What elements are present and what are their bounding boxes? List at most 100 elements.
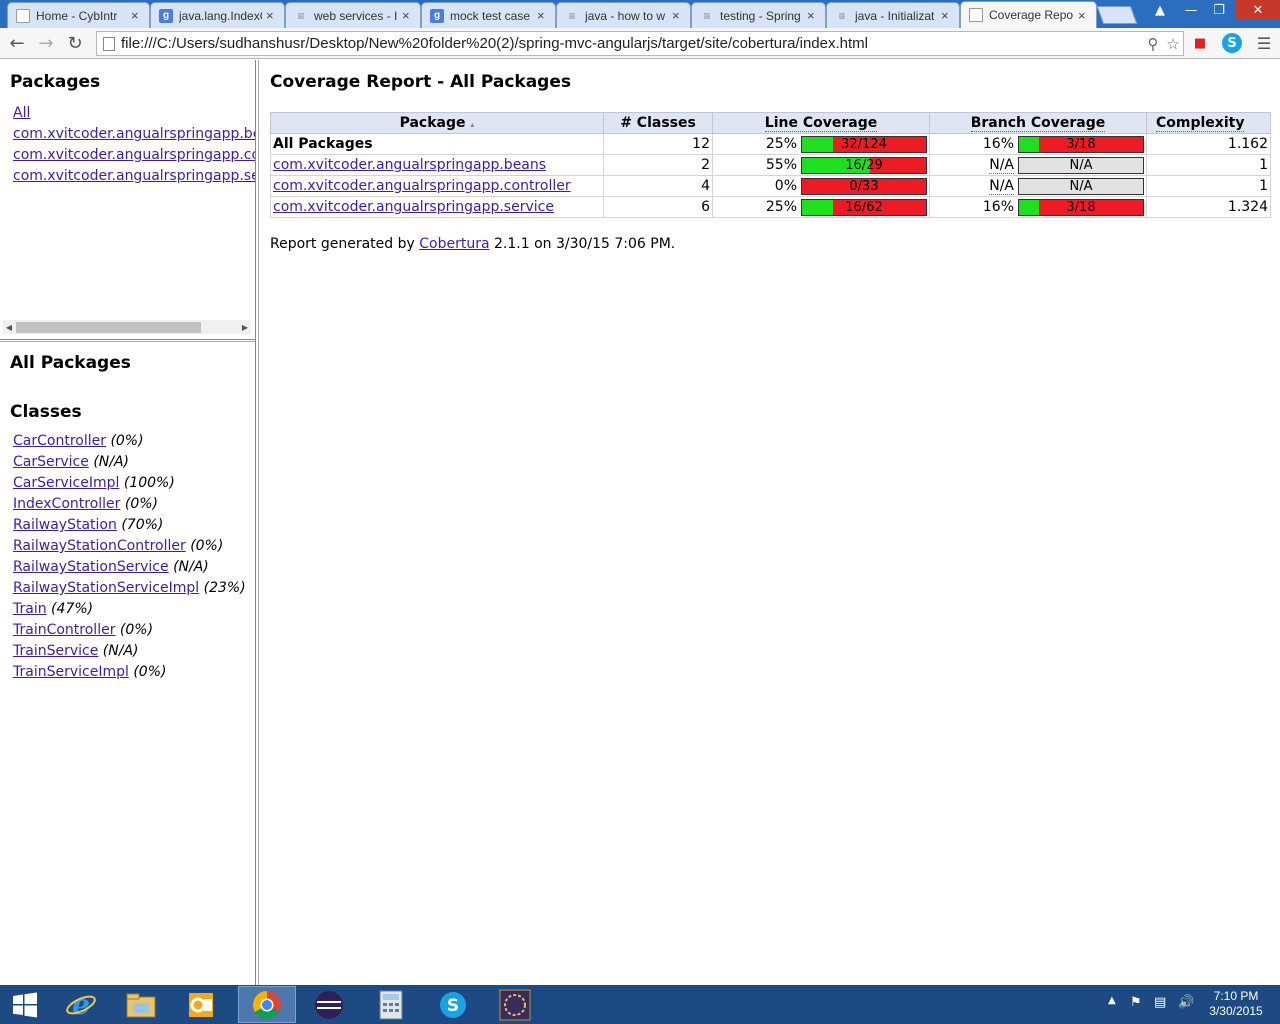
scrollbar-thumb[interactable]: [16, 322, 201, 333]
close-tab-icon[interactable]: ×: [672, 8, 684, 23]
calculator-icon[interactable]: [362, 986, 420, 1023]
class-coverage-percent: (100%): [123, 475, 175, 491]
class-link[interactable]: IndexController: [13, 496, 120, 512]
close-tab-icon[interactable]: ×: [402, 8, 414, 23]
menu-icon[interactable]: ☰: [1254, 33, 1274, 53]
frame-divider-vertical[interactable]: [255, 60, 259, 985]
line-coverage-bar: 16/29: [801, 156, 927, 174]
package-link[interactable]: com.xvitcoder.angualrspringapp.controlle…: [273, 178, 571, 194]
browser-tab[interactable]: g java.lang.IndexO ×: [150, 2, 285, 28]
browser-tab[interactable]: Coverage Repo ×: [960, 1, 1097, 28]
eclipse-icon[interactable]: [300, 986, 358, 1023]
coverage-ratio: N/A: [1069, 157, 1093, 173]
skype-icon[interactable]: S: [424, 986, 482, 1023]
close-tab-icon[interactable]: ×: [941, 8, 953, 23]
stackoverflow-icon: ≡: [838, 8, 846, 23]
class-link[interactable]: RailwayStationServiceImpl: [13, 580, 199, 596]
list-item: TrainController (0%): [13, 620, 246, 641]
column-header-line-coverage[interactable]: Line Coverage: [712, 112, 930, 134]
coverage-ratio: 16/29: [845, 157, 883, 173]
restore-icon[interactable]: ❐: [1206, 0, 1232, 20]
class-coverage-percent: (N/A): [93, 454, 130, 470]
class-link[interactable]: Train: [13, 601, 47, 617]
reload-icon[interactable]: ↻: [64, 32, 86, 54]
package-link[interactable]: com.xvitcoder.angualrspringapp.service: [273, 199, 554, 215]
java-ee-ide-icon[interactable]: [486, 986, 544, 1023]
url-text[interactable]: file:///C:/Users/sudhanshusr/Desktop/New…: [121, 35, 1143, 52]
scroll-left-icon[interactable]: ◀: [3, 320, 15, 334]
class-link[interactable]: CarService: [13, 454, 89, 470]
browser-toolbar: ← → ↻ file:///C:/Users/sudhanshusr/Deskt…: [0, 28, 1280, 59]
line-coverage-percent: 0%: [774, 178, 797, 194]
back-icon[interactable]: ←: [6, 32, 28, 54]
file-explorer-icon[interactable]: [112, 986, 170, 1023]
package-link[interactable]: All: [13, 105, 30, 121]
column-header-branch-coverage[interactable]: Branch Coverage: [929, 112, 1147, 134]
zoom-icon[interactable]: ⚲: [1143, 35, 1163, 53]
list-item: Train (47%): [13, 599, 246, 620]
chrome-icon[interactable]: [238, 986, 296, 1023]
column-header-package[interactable]: Package ▴: [270, 112, 604, 134]
packages-frame: Packages All com.xvitcoder.angualrspringa…: [0, 60, 255, 339]
line-coverage-cell: 0% 0/33: [712, 175, 930, 197]
class-link[interactable]: TrainController: [13, 622, 115, 638]
tab-title: java - how to w: [585, 8, 666, 23]
skype-extension-icon[interactable]: S: [1222, 33, 1242, 53]
class-link[interactable]: CarServiceImpl: [13, 475, 119, 491]
table-row: com.xvitcoder.angualrspringapp.service 6 2…: [270, 196, 1271, 218]
browser-tab[interactable]: ≡ java - how to w ×: [556, 2, 691, 28]
close-tab-icon[interactable]: ×: [1078, 8, 1090, 23]
browser-tab[interactable]: ≡ testing - Spring ×: [691, 2, 826, 28]
package-cell: com.xvitcoder.angualrspringapp.beans: [270, 154, 604, 176]
action-center-flag-icon[interactable]: ⚑: [1130, 995, 1142, 1010]
class-link[interactable]: RailwayStationService: [13, 559, 169, 575]
complexity-value: 1: [1146, 154, 1271, 176]
browser-tab[interactable]: Home - CybIntr ×: [7, 2, 150, 28]
class-coverage-percent: (47%): [51, 601, 94, 617]
minimize-icon[interactable]: —: [1178, 0, 1204, 20]
close-tab-icon[interactable]: ×: [807, 8, 819, 23]
close-tab-icon[interactable]: ×: [131, 8, 143, 23]
address-bar[interactable]: file:///C:/Users/sudhanshusr/Desktop/New…: [96, 31, 1184, 56]
line-coverage-bar: 0/33: [801, 177, 927, 195]
class-link[interactable]: CarController: [13, 433, 106, 449]
scroll-right-icon[interactable]: ▶: [239, 320, 251, 334]
user-profile-icon[interactable]: ▲: [1148, 0, 1172, 20]
close-tab-icon[interactable]: ×: [266, 8, 278, 23]
system-clock[interactable]: 7:10 PM 3/30/2015: [1200, 989, 1272, 1019]
internet-explorer-icon[interactable]: e: [52, 986, 110, 1023]
browser-tab[interactable]: g mock test case ×: [421, 2, 556, 28]
tab-title: testing - Spring: [720, 8, 801, 23]
browser-tab[interactable]: ≡ java - Initializat ×: [826, 2, 960, 28]
package-link[interactable]: com.xvitcoder.angualrspringapp.controlle…: [13, 147, 255, 163]
column-header-complexity[interactable]: Complexity: [1146, 112, 1271, 134]
forward-icon[interactable]: →: [35, 32, 57, 54]
cobertura-link[interactable]: Cobertura: [419, 236, 489, 252]
class-link[interactable]: RailwayStation: [13, 517, 117, 533]
extension-train-icon[interactable]: ■: [1190, 33, 1210, 53]
package-link[interactable]: com.xvitcoder.angualrspringapp.beans: [273, 157, 546, 173]
line-coverage-percent: 25%: [765, 199, 797, 215]
volume-icon[interactable]: 🔊: [1178, 995, 1194, 1010]
outlook-icon[interactable]: [172, 986, 230, 1023]
close-window-icon[interactable]: ✕: [1236, 0, 1280, 20]
browser-tab[interactable]: ≡ web services - I ×: [285, 2, 421, 28]
network-icon[interactable]: ▤: [1154, 995, 1166, 1010]
package-link[interactable]: com.xvitcoder.angualrspringapp.service: [13, 168, 255, 184]
show-hidden-icons-icon[interactable]: ▲: [1108, 995, 1116, 1006]
class-link[interactable]: RailwayStationController: [13, 538, 186, 554]
class-link[interactable]: TrainService: [13, 643, 98, 659]
new-tab-button[interactable]: [1096, 6, 1138, 24]
class-coverage-percent: (23%): [203, 580, 246, 596]
tab-title: mock test case: [450, 8, 531, 23]
horizontal-scrollbar[interactable]: ◀ ▶: [3, 320, 251, 334]
package-link[interactable]: com.xvitcoder.angualrspringapp.beans: [13, 126, 255, 142]
line-coverage-wrap: 25% 16/62: [715, 198, 927, 216]
close-tab-icon[interactable]: ×: [537, 8, 549, 23]
class-link[interactable]: TrainServiceImpl: [13, 664, 129, 680]
report-frame: Coverage Report - All Packages Package ▴…: [260, 60, 1280, 985]
bookmark-star-icon[interactable]: ☆: [1163, 35, 1183, 53]
windows-start-icon[interactable]: [0, 986, 50, 1023]
tab-title: Home - CybIntr: [36, 8, 118, 23]
column-header-classes[interactable]: # Classes: [603, 112, 713, 134]
